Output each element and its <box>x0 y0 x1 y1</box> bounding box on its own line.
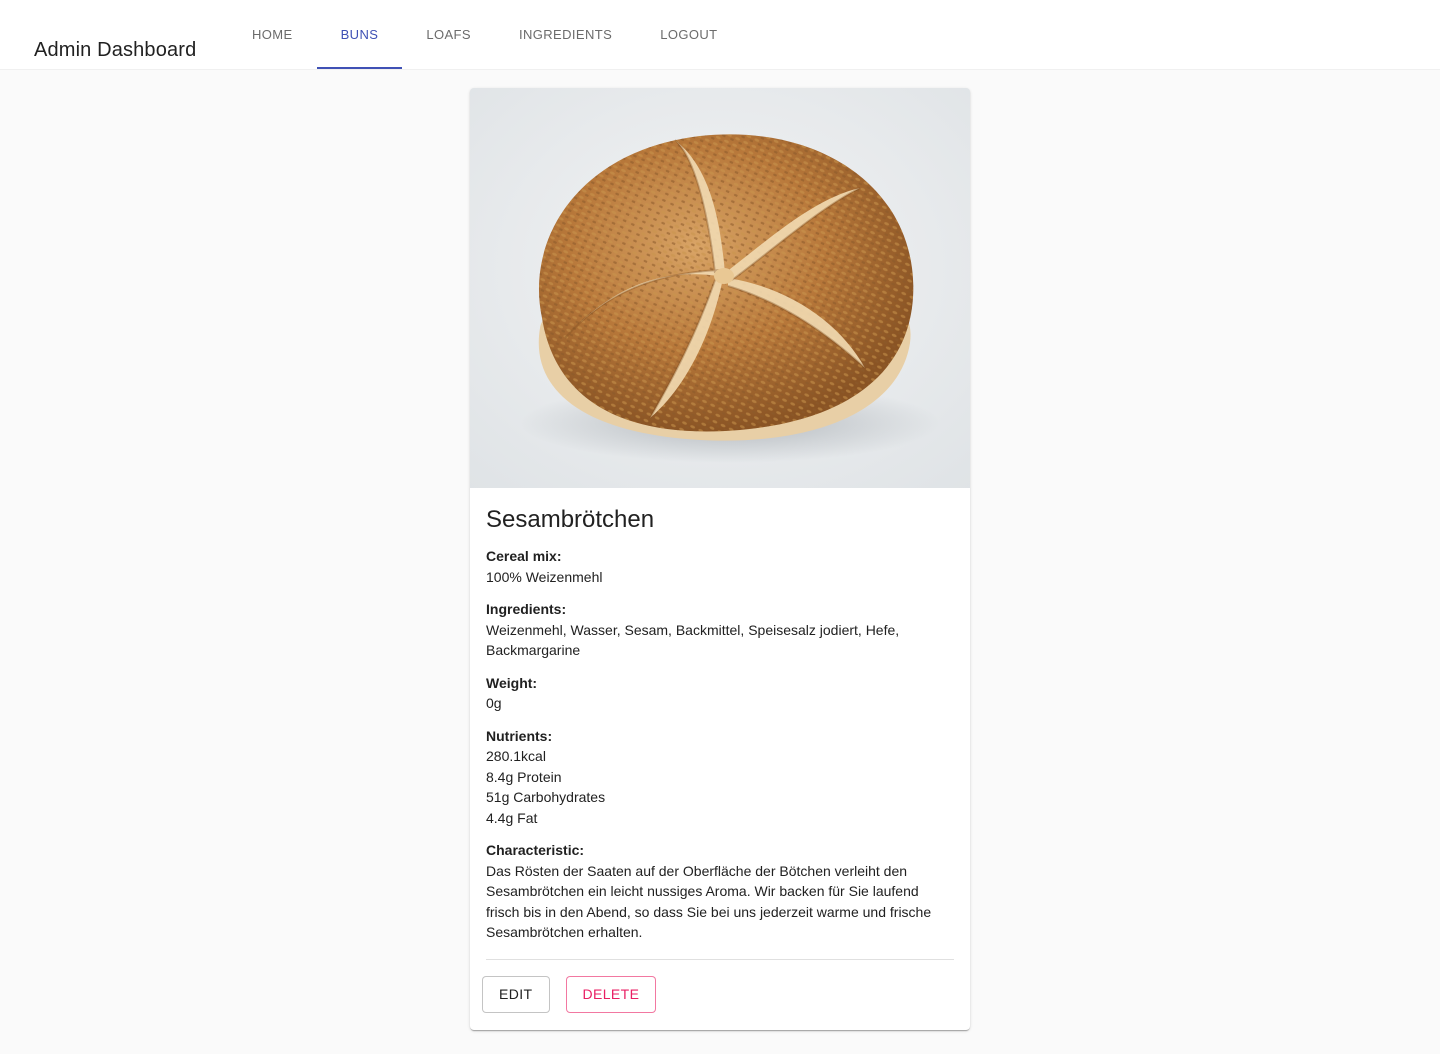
delete-button[interactable]: DELETE <box>565 975 657 1013</box>
product-card: Sesambrötchen Cereal mix: 100% Weizenmeh… <box>470 88 970 1030</box>
edit-button[interactable]: EDIT <box>482 975 550 1013</box>
nutrient-carbohydrates: 51g Carbohydrates <box>486 789 606 805</box>
sesame-bun-photo <box>470 88 970 488</box>
field-label: Nutrients: <box>486 727 553 744</box>
tab-buns[interactable]: BUNS <box>316 0 403 69</box>
nutrient-protein: 8.4g Protein <box>486 768 562 785</box>
field-label: Cereal mix: <box>486 548 562 564</box>
field-characteristic: Characteristic: Das Rösten der Saaten au… <box>486 840 954 943</box>
field-value: Weizenmehl, Wasser, Sesam, Backmittel, S… <box>486 621 900 659</box>
nav-tabs: HOME BUNS LOAFS INGREDIENTS LOGOUT <box>228 0 742 69</box>
field-label: Characteristic: <box>486 842 585 858</box>
app-title: Admin Dashboard <box>34 39 197 61</box>
field-ingredients: Ingredients: Weizenmehl, Wasser, Sesam, … <box>486 599 954 661</box>
field-cereal-mix: Cereal mix: 100% Weizenmehl <box>486 546 954 587</box>
field-label: Ingredients: <box>486 601 567 617</box>
app-bar: Admin Dashboard HOME BUNS LOAFS INGREDIE… <box>0 0 1440 69</box>
field-weight: Weight: 0g <box>486 673 954 714</box>
tab-ingredients[interactable]: INGREDIENTS <box>495 0 636 69</box>
tab-loafs[interactable]: LOAFS <box>402 0 495 69</box>
product-image <box>470 88 970 488</box>
field-value: Das Rösten der Saaten auf der Oberfläche… <box>486 862 932 941</box>
tab-home[interactable]: HOME <box>228 0 317 69</box>
field-label: Weight: <box>486 674 538 691</box>
field-nutrients: Nutrients: 280.1kcal 8.4g Protein 51g Ca… <box>486 726 954 829</box>
nutrient-fat: 4.4g Fat <box>486 809 538 826</box>
product-details: Sesambrötchen Cereal mix: 100% Weizenmeh… <box>470 488 970 943</box>
tab-logout[interactable]: LOGOUT <box>636 0 741 69</box>
nutrient-kcal: 280.1kcal <box>486 748 546 764</box>
card-actions: EDIT DELETE <box>470 960 970 1029</box>
field-value: 100% Weizenmehl <box>486 568 603 585</box>
product-title: Sesambrötchen <box>486 506 655 533</box>
field-value: 0g <box>486 695 502 711</box>
